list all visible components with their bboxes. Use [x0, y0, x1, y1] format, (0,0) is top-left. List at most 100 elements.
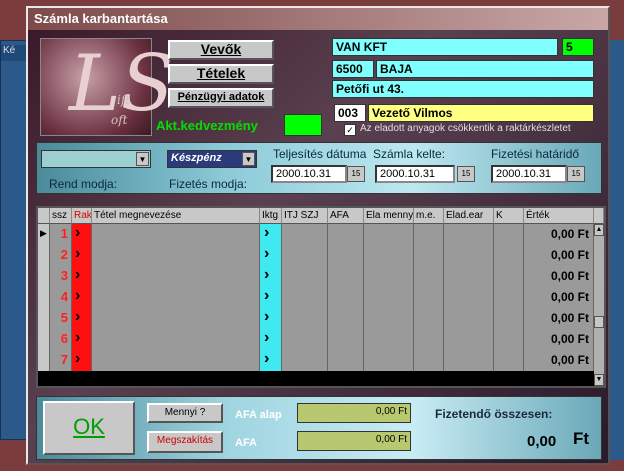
row-number[interactable]: 6: [50, 329, 72, 350]
table-row[interactable]: 6 › › 0,00 Ft: [38, 329, 594, 350]
grid-cell[interactable]: [414, 287, 444, 308]
rak-cell[interactable]: ›: [72, 266, 92, 287]
agent-code-field[interactable]: 003: [334, 104, 366, 122]
grid-cell[interactable]: [92, 245, 260, 266]
col-me[interactable]: m.e.: [414, 208, 444, 224]
table-row[interactable]: ▶ 1 › › 0,00 Ft: [38, 224, 594, 245]
grid-cell[interactable]: [414, 266, 444, 287]
iktg-cell[interactable]: ›: [260, 224, 282, 245]
iktg-cell[interactable]: ›: [260, 245, 282, 266]
penzugyi-adatok-button[interactable]: Pénzügyi adatok: [168, 88, 274, 108]
row-number[interactable]: 2: [50, 245, 72, 266]
grid-cell[interactable]: [364, 329, 414, 350]
rak-cell[interactable]: ›: [72, 287, 92, 308]
mennyi-button[interactable]: Mennyi ?: [147, 403, 223, 423]
rend-modja-select[interactable]: ▼: [41, 150, 151, 168]
col-ssz[interactable]: ssz: [50, 208, 72, 224]
grid-cell[interactable]: [328, 266, 364, 287]
grid-cell[interactable]: [414, 329, 444, 350]
row-number[interactable]: 5: [50, 308, 72, 329]
grid-cell[interactable]: [494, 329, 524, 350]
table-row[interactable]: 5 › › 0,00 Ft: [38, 308, 594, 329]
teljesites-date-field[interactable]: 2000.10.31: [271, 165, 347, 183]
col-iktg[interactable]: Iktg: [260, 208, 282, 224]
grid-cell[interactable]: [494, 266, 524, 287]
vevok-button[interactable]: Vevők: [168, 40, 274, 60]
scroll-up-icon[interactable]: ▲: [594, 224, 604, 236]
grid-cell[interactable]: [328, 245, 364, 266]
col-afa[interactable]: AFA: [328, 208, 364, 224]
grid-cell[interactable]: [444, 245, 494, 266]
scroll-down-icon[interactable]: ▼: [594, 374, 604, 386]
calendar-icon[interactable]: 15: [567, 166, 585, 182]
ertek-cell[interactable]: 0,00 Ft: [524, 266, 594, 287]
ertek-cell[interactable]: 0,00 Ft: [524, 287, 594, 308]
grid-cell[interactable]: [282, 308, 328, 329]
iktg-cell[interactable]: ›: [260, 308, 282, 329]
rak-cell[interactable]: ›: [72, 308, 92, 329]
col-rak[interactable]: Rak: [72, 208, 92, 224]
table-row[interactable]: 2 › › 0,00 Ft: [38, 245, 594, 266]
grid-cell[interactable]: [328, 308, 364, 329]
grid-cell[interactable]: [444, 224, 494, 245]
grid-cell[interactable]: [414, 245, 444, 266]
grid-cell[interactable]: [444, 329, 494, 350]
megszakitas-button[interactable]: Megszakítás: [147, 431, 223, 453]
grid-cell[interactable]: [444, 266, 494, 287]
agent-name-field[interactable]: Vezető Vilmos: [368, 104, 594, 122]
row-number[interactable]: 4: [50, 287, 72, 308]
grid-cell[interactable]: [328, 350, 364, 371]
grid-cell[interactable]: [92, 224, 260, 245]
row-number[interactable]: 1: [50, 224, 72, 245]
customer-name-field[interactable]: VAN KFT: [332, 38, 558, 56]
grid-cell[interactable]: [494, 287, 524, 308]
hatarido-date-field[interactable]: 2000.10.31: [491, 165, 567, 183]
rak-cell[interactable]: ›: [72, 245, 92, 266]
grid-cell[interactable]: [364, 245, 414, 266]
grid-cell[interactable]: [364, 287, 414, 308]
iktg-cell[interactable]: ›: [260, 266, 282, 287]
grid-cell[interactable]: [494, 245, 524, 266]
customer-code-field[interactable]: 5: [562, 38, 594, 56]
grid-cell[interactable]: [364, 266, 414, 287]
table-row[interactable]: 3 › › 0,00 Ft: [38, 266, 594, 287]
kelte-date-field[interactable]: 2000.10.31: [375, 165, 455, 183]
grid-cell[interactable]: [92, 308, 260, 329]
ok-button[interactable]: OK: [43, 401, 135, 455]
street-field[interactable]: Petőfi ut 43.: [332, 80, 594, 98]
col-tetel[interactable]: Tétel megnevezése: [92, 208, 260, 224]
grid-cell[interactable]: [92, 266, 260, 287]
grid-cell[interactable]: [414, 224, 444, 245]
grid-cell[interactable]: [364, 350, 414, 371]
table-row[interactable]: 7 › › 0,00 Ft: [38, 350, 594, 371]
items-grid[interactable]: ssz Rak Tétel megnevezése Iktg ITJ SZJ A…: [36, 206, 606, 388]
calendar-icon[interactable]: 15: [347, 166, 365, 182]
grid-cell[interactable]: [282, 350, 328, 371]
grid-cell[interactable]: [92, 350, 260, 371]
grid-cell[interactable]: [444, 350, 494, 371]
reduce-stock-checkbox[interactable]: ✓: [344, 124, 356, 136]
fizetes-modja-select[interactable]: Készpénz ▼: [167, 150, 257, 168]
col-itj-szj[interactable]: ITJ SZJ: [282, 208, 328, 224]
scroll-thumb[interactable]: [594, 316, 604, 328]
ertek-cell[interactable]: 0,00 Ft: [524, 329, 594, 350]
col-k[interactable]: K: [494, 208, 524, 224]
city-field[interactable]: BAJA: [376, 60, 594, 78]
rak-cell[interactable]: ›: [72, 224, 92, 245]
ertek-cell[interactable]: 0,00 Ft: [524, 308, 594, 329]
grid-cell[interactable]: [328, 329, 364, 350]
iktg-cell[interactable]: ›: [260, 350, 282, 371]
grid-cell[interactable]: [282, 245, 328, 266]
col-ertek[interactable]: Érték: [524, 208, 594, 224]
col-ela-menny[interactable]: Ela menny: [364, 208, 414, 224]
grid-cell[interactable]: [414, 350, 444, 371]
grid-cell[interactable]: [494, 308, 524, 329]
ertek-cell[interactable]: 0,00 Ft: [524, 350, 594, 371]
grid-cell[interactable]: [494, 224, 524, 245]
grid-cell[interactable]: [282, 329, 328, 350]
ertek-cell[interactable]: 0,00 Ft: [524, 224, 594, 245]
table-row[interactable]: 4 › › 0,00 Ft: [38, 287, 594, 308]
ertek-cell[interactable]: 0,00 Ft: [524, 245, 594, 266]
rak-cell[interactable]: ›: [72, 329, 92, 350]
grid-cell[interactable]: [282, 266, 328, 287]
